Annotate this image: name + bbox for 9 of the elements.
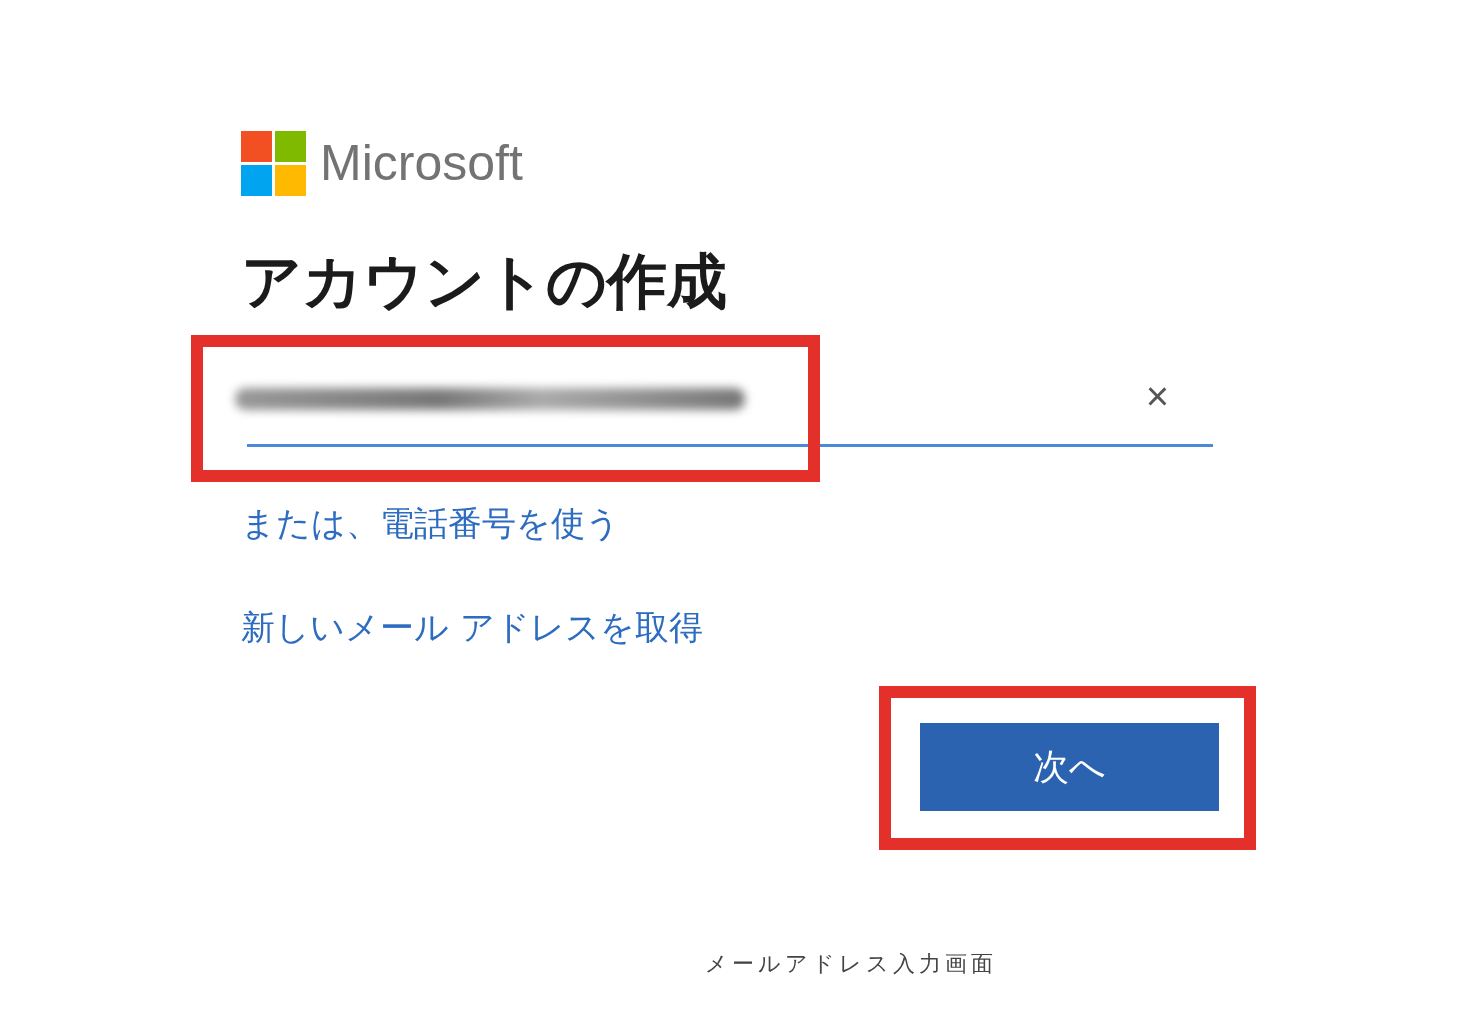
email-field[interactable]: × [247, 360, 1213, 447]
page-title: アカウントの作成 [241, 245, 728, 317]
caption: メールアドレス入力画面 [703, 950, 998, 978]
microsoft-logo-icon [241, 130, 306, 196]
text-link[interactable]: または、電話番号を使う [241, 501, 1460, 545]
clear-button[interactable]: × [1145, 376, 1169, 416]
brand-name: Microsoft [320, 134, 523, 192]
next-button[interactable]: 次へ [920, 723, 1219, 811]
text-link[interactable]: 新しいメール アドレスを取得 [241, 605, 1460, 649]
